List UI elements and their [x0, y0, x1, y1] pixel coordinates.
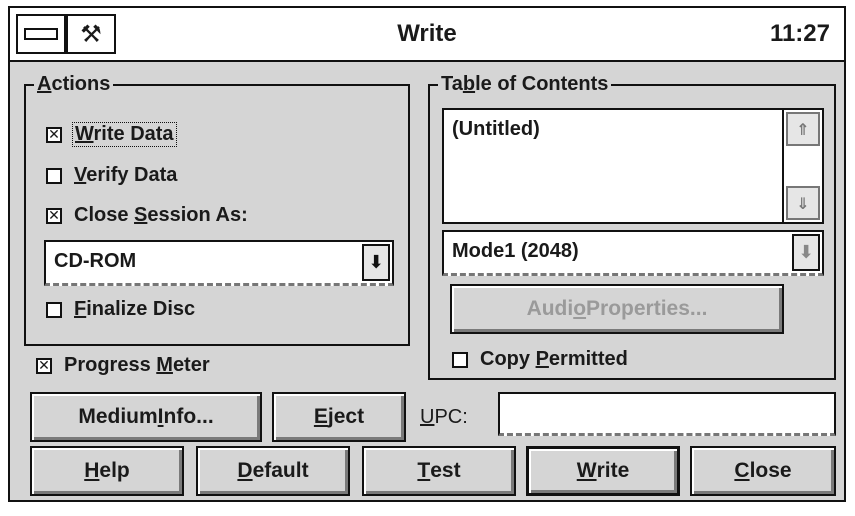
finalize-disc-checkbox[interactable]: Finalize Disc: [46, 298, 197, 321]
close-button[interactable]: Close: [690, 446, 836, 496]
mode-value: Mode1 (2048): [452, 240, 579, 262]
write-button[interactable]: Write: [526, 446, 680, 496]
audio-properties-button[interactable]: Audi o Properties...: [450, 284, 784, 334]
default-button[interactable]: Default: [196, 446, 350, 496]
help-button[interactable]: Help: [30, 446, 184, 496]
write-data-label: Write Data: [72, 122, 177, 147]
finalize-disc-check[interactable]: [46, 301, 62, 318]
close-session-checkbox[interactable]: ✕ Close Session As:: [46, 204, 250, 227]
actions-group: Actions ✕ Write Data Verify Data ✕ Close…: [24, 72, 410, 346]
eject-button[interactable]: Eject: [272, 392, 406, 442]
clock: 11:27: [769, 20, 830, 47]
window-title: Write: [397, 20, 457, 47]
session-type-dropdown[interactable]: CD-ROM ⬇: [44, 240, 394, 286]
toc-group-label: Table of Contents: [438, 72, 612, 96]
mode-dropdown[interactable]: Mode1 (2048) ⬇: [442, 230, 824, 276]
dropdown-arrow-icon[interactable]: ⬇: [792, 234, 820, 271]
test-button[interactable]: Test: [362, 446, 516, 496]
upc-input[interactable]: [498, 392, 836, 436]
toc-group: Table of Contents (Untitled) ⇑ ⇓ Mode1 (…: [428, 72, 836, 380]
toc-scrollbar[interactable]: ⇑ ⇓: [782, 110, 822, 222]
progress-meter-checkbox[interactable]: ✕ Progress Meter: [36, 354, 212, 377]
close-session-label: Close Session As:: [74, 204, 248, 226]
upc-label: UPC:: [420, 406, 468, 428]
progress-meter-check[interactable]: ✕: [36, 357, 52, 374]
verify-data-checkbox[interactable]: Verify Data: [46, 164, 179, 187]
write-dialog: ⚒ Write 11:27 Actions ✕ Write Data Verif…: [8, 6, 846, 502]
scroll-up-icon[interactable]: ⇑: [786, 112, 820, 146]
toc-listbox[interactable]: (Untitled) ⇑ ⇓: [442, 108, 824, 224]
write-data-checkbox[interactable]: ✕ Write Data: [46, 122, 177, 147]
copy-permitted-check[interactable]: [452, 351, 468, 368]
title-bar: ⚒ Write 11:27: [10, 8, 844, 62]
verify-data-label: Verify Data: [74, 164, 178, 186]
verify-data-check[interactable]: [46, 167, 62, 184]
copy-permitted-label: Copy Permitted: [480, 348, 628, 370]
copy-permitted-checkbox[interactable]: Copy Permitted: [452, 348, 630, 371]
toc-list-item[interactable]: (Untitled): [452, 118, 540, 141]
progress-meter-label: Progress Meter: [64, 354, 210, 376]
dropdown-arrow-icon[interactable]: ⬇: [362, 244, 390, 281]
close-session-check[interactable]: ✕: [46, 207, 62, 224]
scroll-down-icon[interactable]: ⇓: [786, 186, 820, 220]
write-data-check[interactable]: ✕: [46, 126, 62, 143]
medium-info-button[interactable]: Medium Info...: [30, 392, 262, 442]
session-type-value: CD-ROM: [54, 250, 137, 272]
actions-group-label: Actions: [34, 72, 114, 96]
finalize-disc-label: Finalize Disc: [74, 298, 196, 320]
